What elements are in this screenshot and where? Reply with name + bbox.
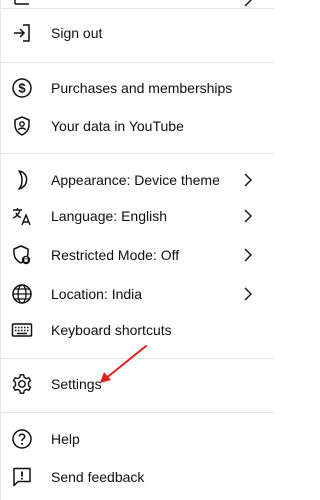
menu-item-label: Sign out: [51, 25, 103, 41]
feedback-icon: [10, 465, 34, 489]
menu-item-location[interactable]: Location: India: [1, 276, 274, 312]
dollar-circle-icon: $: [10, 76, 34, 100]
account-menu: Sign out $ Purchases and memberships You…: [0, 0, 275, 500]
divider: [1, 412, 274, 413]
moon-icon: [10, 168, 34, 192]
menu-item-label: Settings: [51, 376, 102, 392]
gear-icon: [10, 372, 34, 396]
restricted-shield-icon: [10, 243, 34, 267]
shield-person-icon: [10, 114, 34, 138]
sign-out-icon: [10, 21, 34, 45]
menu-item-send-feedback[interactable]: Send feedback: [1, 459, 274, 495]
svg-text:$: $: [18, 81, 26, 96]
keyboard-icon: [10, 318, 34, 342]
menu-item-settings[interactable]: Settings: [1, 366, 274, 402]
menu-item-label: Language: English: [51, 208, 167, 224]
help-icon: [10, 427, 34, 451]
menu-item-label: Keyboard shortcuts: [51, 322, 172, 338]
menu-item-label: Restricted Mode: Off: [51, 247, 180, 263]
menu-item-label: Purchases and memberships: [51, 80, 233, 96]
menu-item-label: Help: [51, 431, 80, 447]
divider: [1, 8, 274, 9]
menu-item-language[interactable]: Language: English: [1, 198, 274, 234]
chevron-right-icon: [241, 173, 255, 187]
divider: [1, 62, 274, 63]
menu-item-appearance[interactable]: Appearance: Device theme: [1, 162, 274, 198]
chevron-right-icon: [241, 248, 255, 262]
chevron-right-icon: [241, 0, 255, 7]
menu-item-label: Appearance: Device theme: [51, 172, 220, 188]
menu-item-label: Send feedback: [51, 469, 145, 485]
menu-item-sign-out[interactable]: Sign out: [1, 15, 274, 51]
translate-icon: [10, 204, 34, 228]
menu-item-keyboard-shortcuts[interactable]: Keyboard shortcuts: [1, 312, 274, 348]
menu-item-restricted-mode[interactable]: Restricted Mode: Off: [1, 237, 274, 273]
globe-icon: [10, 282, 34, 306]
menu-item-label: Location: India: [51, 286, 143, 302]
chevron-right-icon: [241, 209, 255, 223]
menu-item-help[interactable]: Help: [1, 421, 274, 457]
menu-item-purchases[interactable]: $ Purchases and memberships: [1, 70, 274, 106]
divider: [1, 153, 274, 154]
menu-item-label: Your data in YouTube: [51, 118, 184, 134]
divider: [1, 358, 274, 359]
chevron-right-icon: [241, 287, 255, 301]
menu-item-your-data[interactable]: Your data in YouTube: [1, 108, 274, 144]
